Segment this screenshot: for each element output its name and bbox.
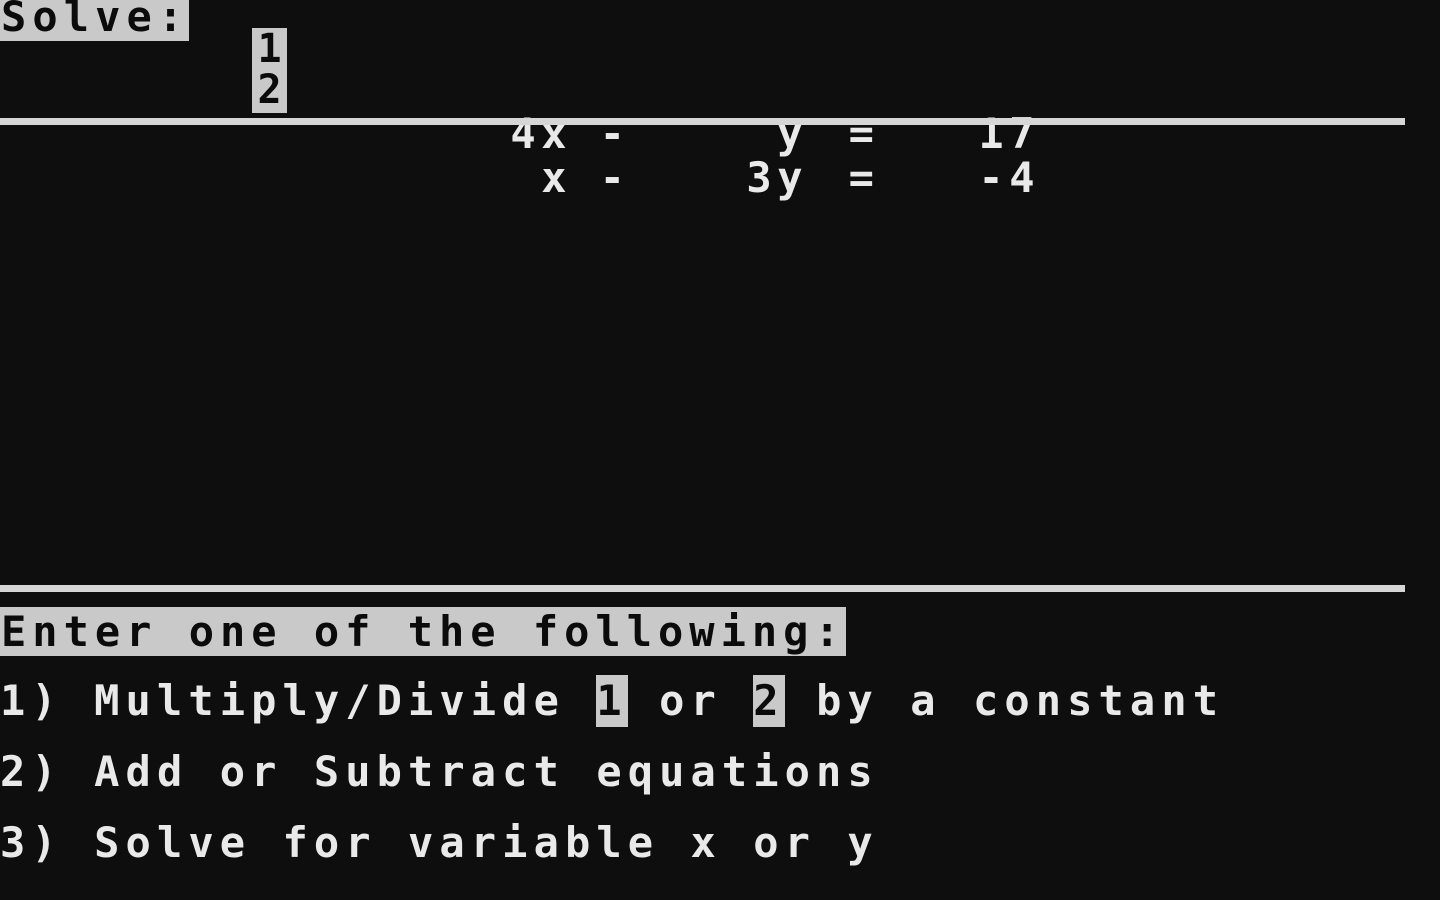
prompt-wrapper: Enter one of the following:	[0, 607, 846, 658]
prompt-text: Enter one of the following:	[0, 607, 846, 656]
menu-item-1-text-c: by a constant	[784, 676, 1225, 725]
equation-2-rhs: -4	[978, 153, 1040, 202]
menu-item-3-label: Solve for variable x or y	[62, 818, 879, 867]
menu-item-1-equation-ref-1: 1	[596, 675, 628, 727]
menu-item-1-text-a: Multiply/Divide	[62, 676, 597, 725]
solve-label: Solve:	[0, 0, 190, 41]
menu-item-3-key: 3)	[0, 818, 63, 867]
menu-item-1-key: 1)	[0, 676, 63, 725]
menu-item-solve-variable[interactable]: 3) Solve for variable x or y	[0, 820, 879, 866]
menu-item-multiply-divide[interactable]: 1) Multiply/Divide 1 or 2 by a constant	[0, 675, 1225, 727]
equation-system: 4x - y = 17 x -3y = -4	[420, 24, 1040, 288]
menu-item-1-text-b: or	[627, 676, 754, 725]
menu-item-1-equation-ref-2: 2	[753, 675, 785, 727]
menu-item-2-key: 2)	[0, 747, 63, 796]
equation-row-2: x - 3y = -4	[420, 156, 1040, 200]
equation-2-operator: -	[599, 153, 631, 202]
equation-2-equals-sign: =	[848, 153, 880, 202]
equation-number-block: 1 2	[252, 28, 287, 113]
equation-2-y-term: 3y	[746, 153, 808, 202]
menu-item-2-label: Add or Subtract equations	[62, 747, 879, 796]
equation-number-1: 1	[257, 26, 282, 72]
menu-item-add-subtract[interactable]: 2) Add or Subtract equations	[0, 749, 879, 795]
terminal-screen: Solve: 1 2 4x - y = 17 x -3y = -4 Enter one of t…	[0, 0, 1440, 900]
equation-number-2: 2	[257, 67, 282, 113]
divider-bottom	[0, 585, 1405, 592]
equation-2-x-term: x	[541, 153, 572, 202]
solve-label-wrapper: Solve:	[0, 0, 190, 43]
divider-top	[0, 118, 1405, 125]
